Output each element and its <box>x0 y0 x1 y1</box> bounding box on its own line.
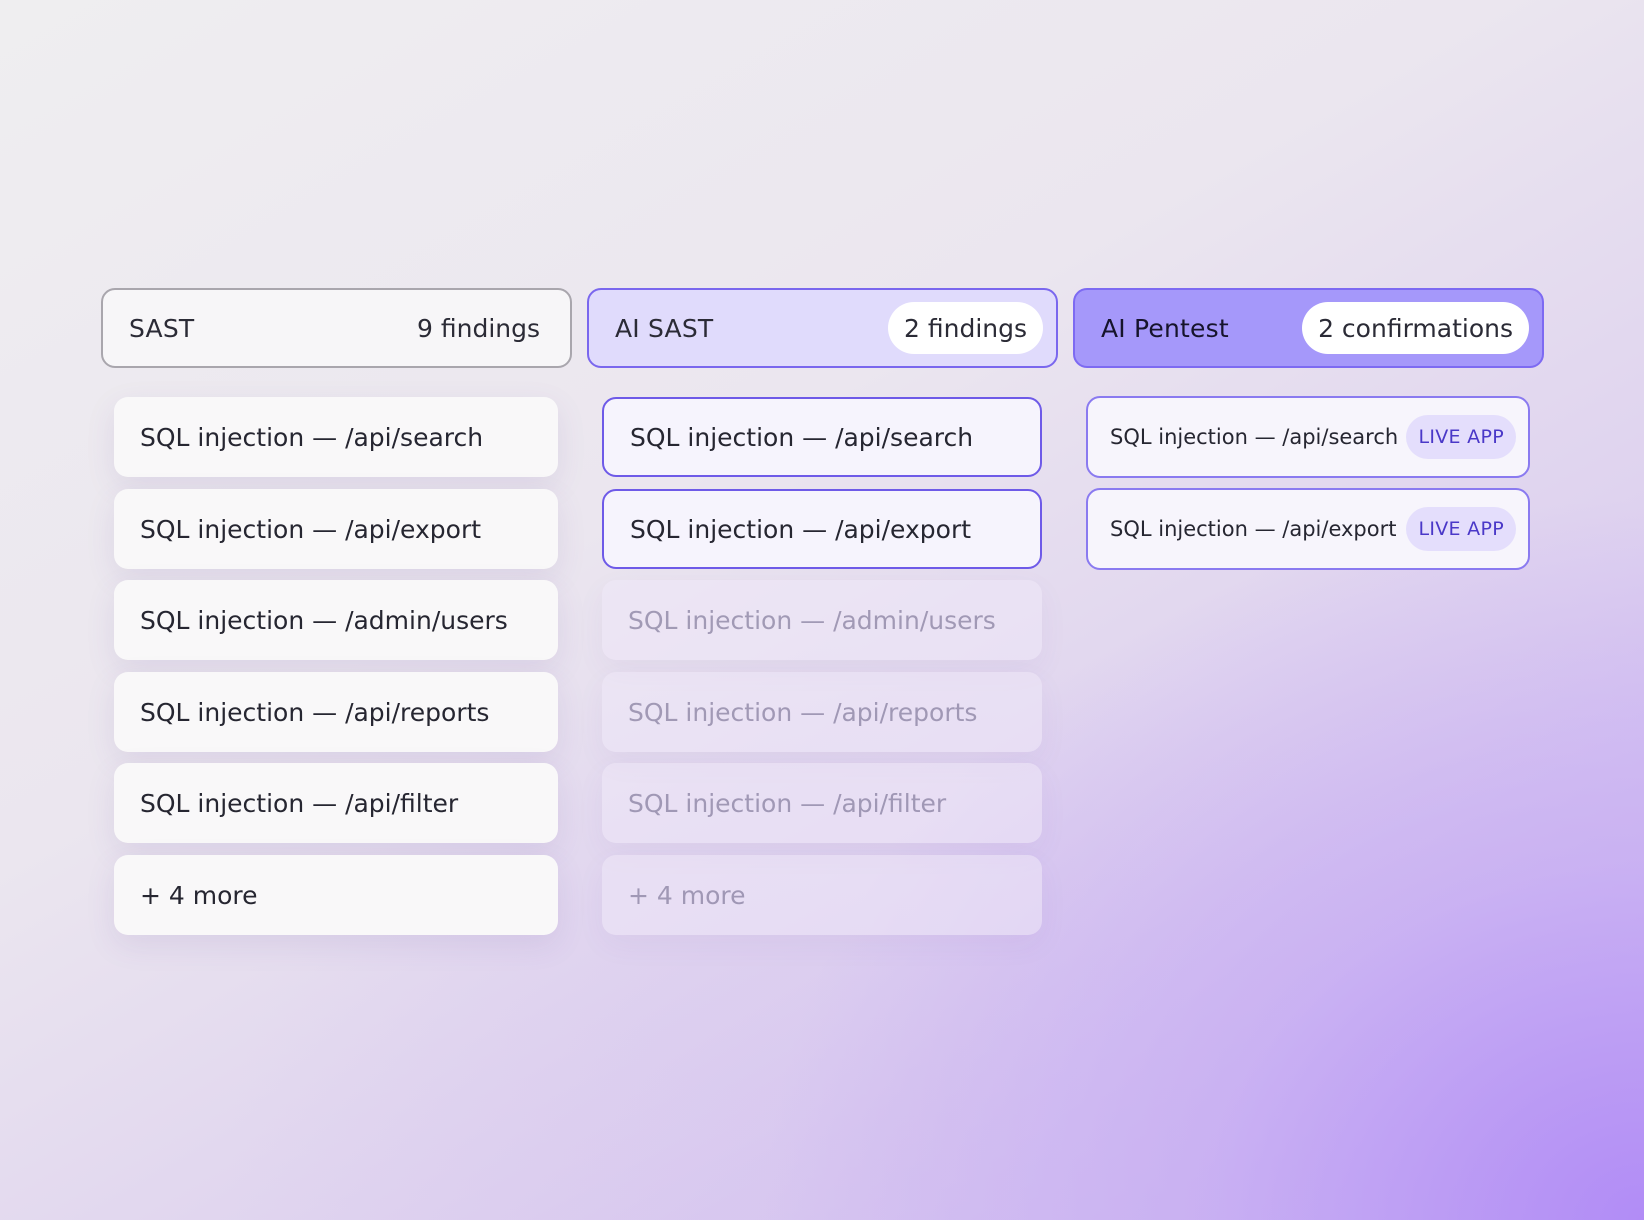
live-app-badge: LIVE APP <box>1406 415 1516 459</box>
ai-pentest-column-header: AI Pentest 2 confirmations <box>1073 288 1544 368</box>
live-app-badge: LIVE APP <box>1406 507 1516 551</box>
sast-finding-api-search[interactable]: SQL injection — /api/search <box>114 397 558 477</box>
ai-pentest-title: AI Pentest <box>1101 313 1229 343</box>
sast-more-findings[interactable]: + 4 more <box>114 855 558 935</box>
sast-finding-admin-users[interactable]: SQL injection — /admin/users <box>114 580 558 660</box>
pentest-confirmation-api-export[interactable]: SQL injection — /api/export LIVE APP <box>1086 488 1530 570</box>
sast-column-header: SAST 9 findings <box>101 288 572 368</box>
ai-sast-findings-count: 2 findings <box>888 302 1043 354</box>
ai-sast-dismissed-api-reports: SQL injection — /api/reports <box>602 672 1042 752</box>
ai-sast-dismissed-admin-users: SQL injection — /admin/users <box>602 580 1042 660</box>
sast-title: SAST <box>129 313 195 343</box>
ai-pentest-confirmations-count: 2 confirmations <box>1302 302 1529 354</box>
pentest-confirmation-label: SQL injection — /api/search <box>1110 425 1399 449</box>
ai-sast-dismissed-more: + 4 more <box>602 855 1042 935</box>
sast-finding-api-filter[interactable]: SQL injection — /api/filter <box>114 763 558 843</box>
ai-sast-finding-api-search[interactable]: SQL injection — /api/search <box>602 397 1042 477</box>
ai-sast-dismissed-api-filter: SQL injection — /api/filter <box>602 763 1042 843</box>
ai-sast-finding-api-export[interactable]: SQL injection — /api/export <box>602 489 1042 569</box>
ai-sast-column-header: AI SAST 2 findings <box>587 288 1058 368</box>
sast-finding-api-export[interactable]: SQL injection — /api/export <box>114 489 558 569</box>
sast-finding-api-reports[interactable]: SQL injection — /api/reports <box>114 672 558 752</box>
sast-findings-count: 9 findings <box>417 313 540 343</box>
pentest-confirmation-api-search[interactable]: SQL injection — /api/search LIVE APP <box>1086 396 1530 478</box>
pentest-confirmation-label: SQL injection — /api/export <box>1110 517 1397 541</box>
ai-sast-title: AI SAST <box>615 313 714 343</box>
